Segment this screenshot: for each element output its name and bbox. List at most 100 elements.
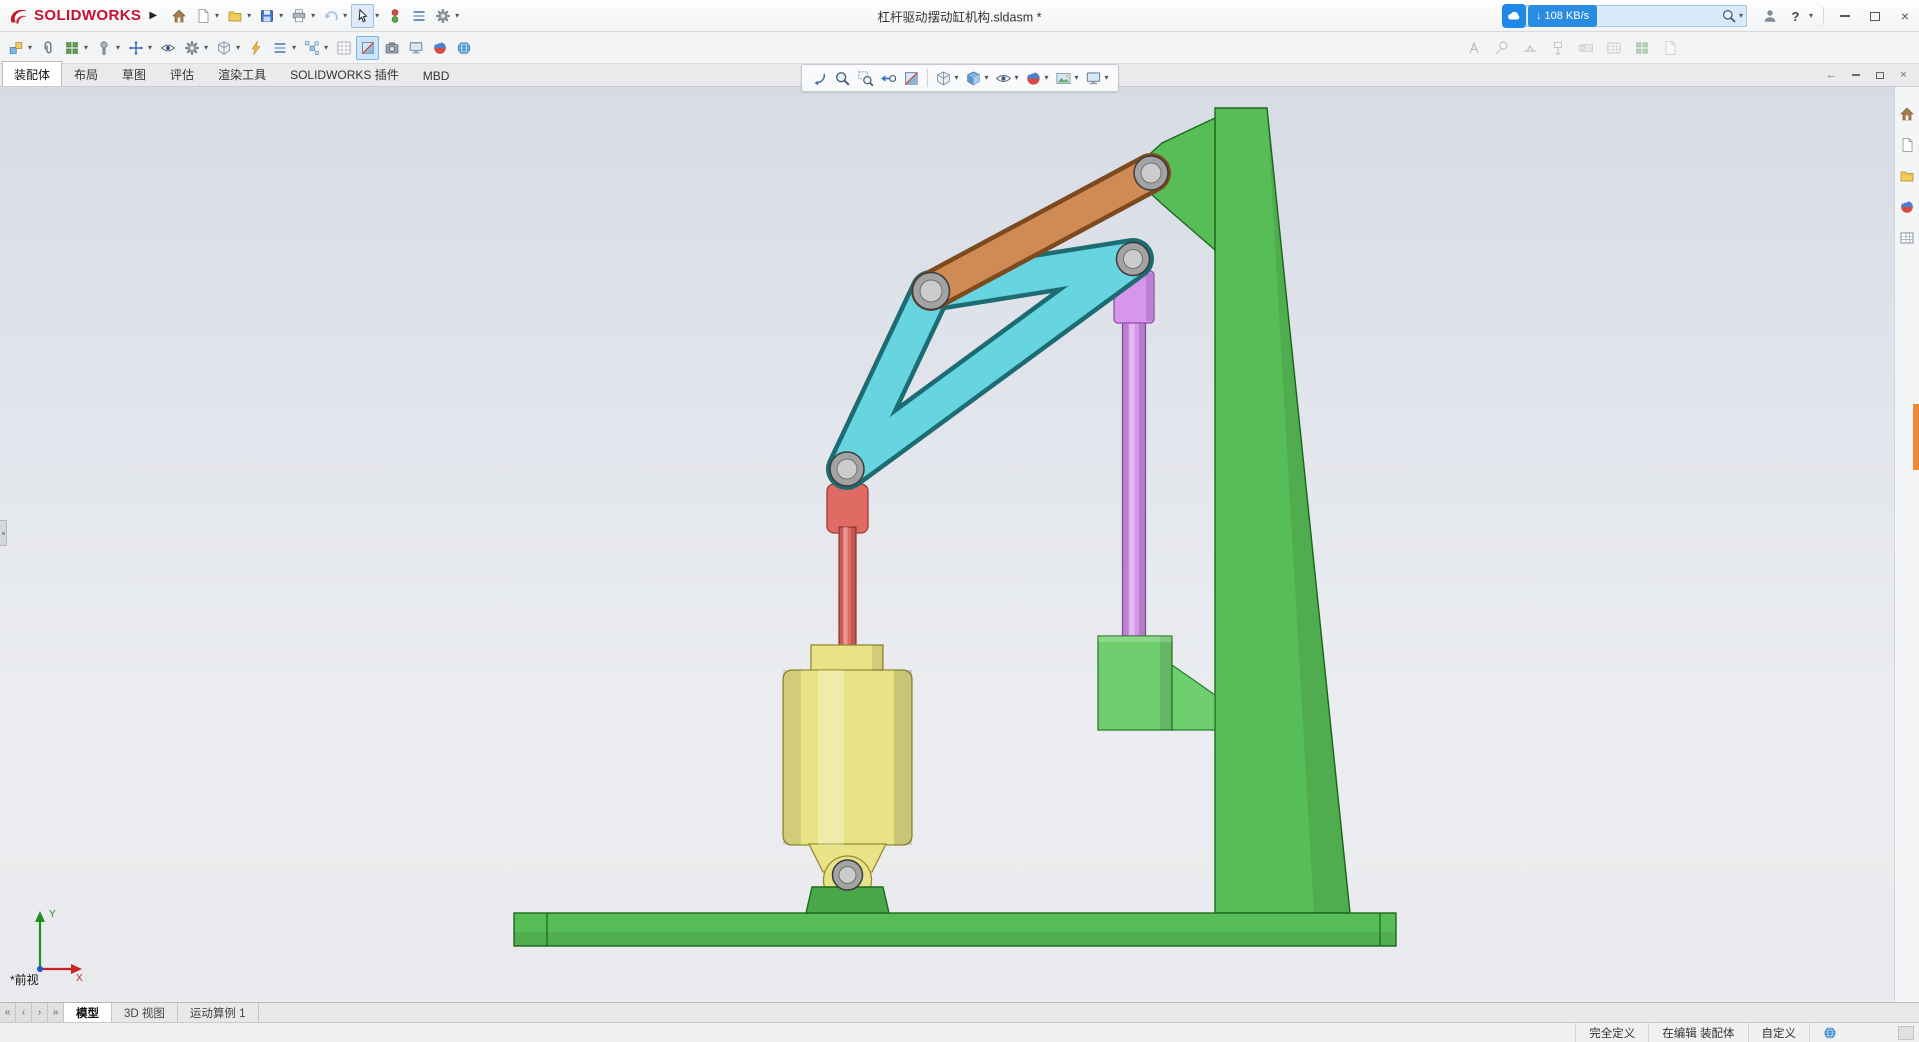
insert-components-button[interactable] (4, 36, 27, 60)
show-hidden-components-button[interactable] (156, 36, 179, 60)
tabs-next-button[interactable]: › (32, 1003, 48, 1022)
assembly-features-button[interactable] (180, 36, 203, 60)
caret-icon[interactable]: ▾ (28, 43, 32, 52)
new-document-button[interactable] (191, 4, 214, 28)
trunnion-bracket[interactable] (1171, 663, 1216, 731)
options-button[interactable] (431, 4, 454, 28)
caret-icon[interactable]: ▾ (1014, 74, 1018, 82)
bill-of-materials-button[interactable] (268, 36, 291, 60)
general-table-button[interactable] (1602, 36, 1625, 60)
status-units-button[interactable] (1809, 1023, 1850, 1042)
status-corner-button[interactable] (1898, 1025, 1914, 1040)
section-view-button[interactable] (356, 35, 380, 60)
caret-icon[interactable]: ▾ (292, 43, 296, 52)
minimize-button[interactable] (1831, 1, 1859, 31)
select-caret-icon[interactable]: ▾ (375, 11, 379, 20)
doc-minimize-button[interactable] (1845, 66, 1866, 84)
view-orientation-button[interactable] (931, 66, 954, 90)
tab-layout[interactable]: 布局 (62, 61, 110, 86)
pin-top[interactable] (1133, 155, 1169, 191)
smart-fasteners-button[interactable] (92, 36, 115, 60)
apply-scene-button[interactable] (1052, 66, 1075, 90)
swing-cylinder-rod[interactable] (1121, 276, 1147, 650)
bell-crank[interactable] (830, 242, 1150, 486)
new-caret-icon[interactable]: ▾ (215, 11, 219, 20)
caret-icon[interactable]: ▾ (1045, 74, 1049, 82)
piston-rod[interactable] (838, 526, 857, 652)
tabs-last-button[interactable]: » (48, 1003, 64, 1022)
caret-icon[interactable]: ▾ (116, 43, 120, 52)
graphics-area[interactable]: Y X *前视 (0, 87, 1919, 1002)
appearances-pane-button[interactable] (1896, 196, 1918, 218)
note-button[interactable] (1462, 36, 1485, 60)
doc-restore-button[interactable] (1869, 66, 1890, 84)
frame-column[interactable] (1214, 107, 1351, 914)
taskpane-home-button[interactable] (1896, 103, 1918, 125)
pin-rocker-crank[interactable] (911, 271, 951, 311)
blocks-button[interactable] (1630, 36, 1653, 60)
help-caret-icon[interactable]: ▾ (1809, 12, 1813, 20)
caret-icon[interactable]: ▾ (984, 74, 988, 82)
pin-cylinder-base[interactable] (831, 859, 864, 891)
edit-appearance-button[interactable] (1022, 66, 1045, 90)
design-binder-button[interactable] (1658, 36, 1681, 60)
tab-render-tools[interactable]: 渲染工具 (206, 61, 278, 86)
zoom-to-fit-button[interactable] (830, 66, 853, 90)
tabs-prev-button[interactable]: ‹ (16, 1003, 32, 1022)
caret-icon[interactable]: ▾ (204, 43, 208, 52)
open-button[interactable] (223, 4, 246, 28)
select-button[interactable] (351, 3, 375, 28)
view-settings-hud-button[interactable] (1082, 66, 1105, 90)
tab-evaluate[interactable]: 评估 (158, 61, 206, 86)
base-clevis[interactable] (805, 886, 890, 914)
pin-crank-swing-rod[interactable] (1115, 241, 1151, 277)
caret-icon[interactable]: ▾ (1075, 74, 1079, 82)
caret-icon[interactable]: ▾ (84, 43, 88, 52)
previous-view-button[interactable] (876, 66, 899, 90)
hide-show-items-button[interactable] (991, 66, 1014, 90)
doc-close-button[interactable]: × (1893, 66, 1914, 84)
dock-pane-button[interactable]: ← (1821, 66, 1842, 84)
open-caret-icon[interactable]: ▾ (247, 11, 251, 20)
tab-3d-views[interactable]: 3D 视图 (112, 1003, 178, 1022)
file-properties-button[interactable] (407, 4, 430, 28)
undo-caret-icon[interactable]: ▾ (343, 11, 347, 20)
login-button[interactable] (1759, 4, 1782, 28)
status-custom[interactable]: 自定义 (1747, 1023, 1810, 1042)
caret-icon[interactable]: ▾ (324, 43, 328, 52)
file-explorer-button[interactable] (1896, 165, 1918, 187)
mate-button[interactable] (36, 36, 59, 60)
tab-mbd[interactable]: MBD (411, 64, 462, 86)
save-button[interactable] (255, 4, 278, 28)
reference-geometry-button[interactable] (212, 36, 235, 60)
view-selector-button[interactable] (807, 66, 830, 90)
exploded-view-button[interactable] (300, 36, 323, 60)
move-component-button[interactable] (124, 36, 147, 60)
base-plate[interactable] (513, 912, 1397, 947)
datum-feature-button[interactable] (1546, 36, 1569, 60)
close-button[interactable]: × (1891, 1, 1919, 31)
tab-assembly[interactable]: 装配体 (2, 61, 63, 86)
menu-flyout-icon[interactable]: ▶ (149, 10, 157, 21)
tab-sketch[interactable]: 草图 (110, 61, 158, 86)
design-library-button[interactable] (1896, 134, 1918, 156)
component-pattern-button[interactable] (60, 36, 83, 60)
geometric-tolerance-button[interactable] (1574, 36, 1597, 60)
render-tools-button[interactable] (452, 36, 475, 60)
caret-icon[interactable]: ▾ (148, 43, 152, 52)
section-view-hud-button[interactable] (899, 66, 922, 90)
cloud-sync-icon[interactable] (1501, 4, 1526, 28)
help-button[interactable]: ? (1784, 4, 1807, 28)
command-search[interactable]: ↓ 108 KB/s ▾ (1501, 4, 1747, 28)
tabs-first-button[interactable]: « (0, 1003, 16, 1022)
options-caret-icon[interactable]: ▾ (455, 11, 459, 20)
caret-icon[interactable]: ▾ (236, 43, 240, 52)
camera-view-button[interactable] (380, 36, 403, 60)
tab-solidworks-addins[interactable]: SOLIDWORKS 插件 (278, 61, 411, 86)
sketch-button[interactable] (332, 36, 355, 60)
pin-crank-piston[interactable] (829, 451, 865, 487)
taskpane-indicator[interactable] (1913, 404, 1919, 470)
print-button[interactable] (287, 4, 310, 28)
cylinder-body[interactable] (782, 669, 913, 846)
print-caret-icon[interactable]: ▾ (311, 11, 315, 20)
